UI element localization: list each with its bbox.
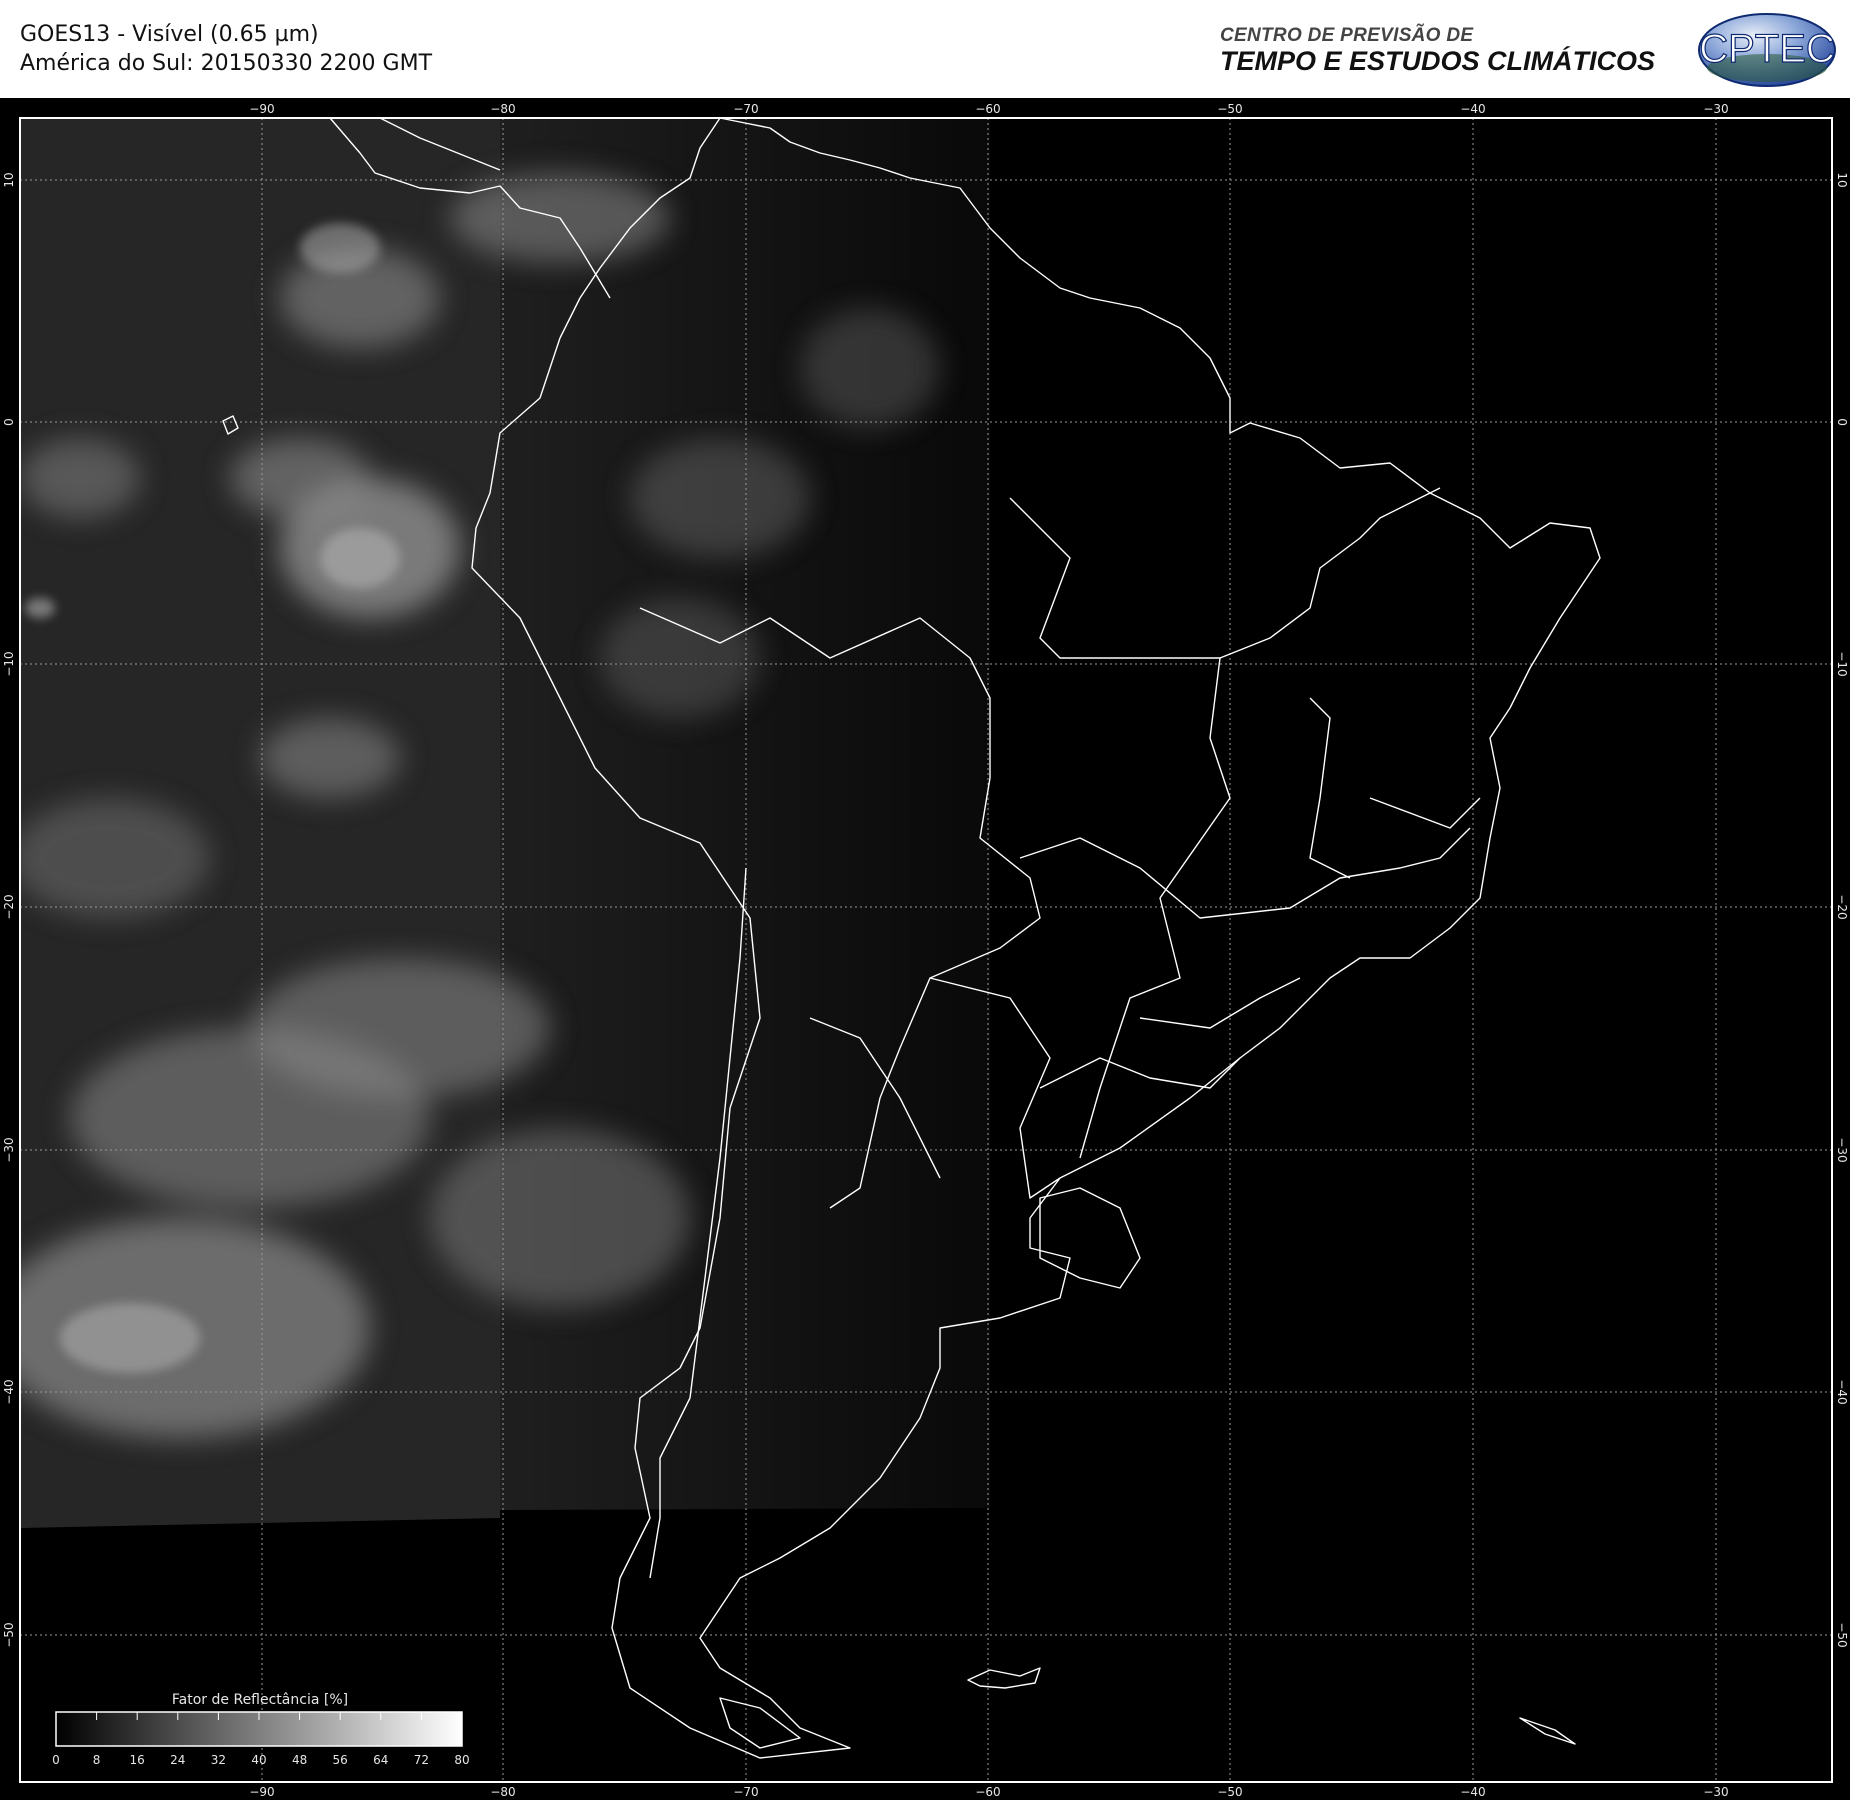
cptec-logo: CPTEC xyxy=(1698,13,1836,87)
bottom-longitude-labels: −90 −80 −70 −60 −50 −40 −30 xyxy=(249,1785,1728,1799)
lon-label-top: −60 xyxy=(975,102,1000,116)
legend-tick-label: 24 xyxy=(170,1753,185,1767)
legend-tick-label: 80 xyxy=(454,1753,469,1767)
lon-label-bottom: −60 xyxy=(975,1785,1000,1799)
left-latitude-labels: 10 0 −10 −20 −30 −40 −50 xyxy=(2,172,16,1647)
lat-label-right: −40 xyxy=(1835,1379,1849,1404)
top-longitude-labels: −90 −80 −70 −60 −50 −40 −30 xyxy=(249,102,1728,116)
organization-line-1: CENTRO DE PREVISÃO DE xyxy=(1220,25,1474,46)
lat-label-left: −40 xyxy=(2,1379,16,1404)
legend-tick-label: 64 xyxy=(373,1753,388,1767)
lat-label-left: −30 xyxy=(2,1137,16,1162)
lon-label-top: −30 xyxy=(1703,102,1728,116)
legend-tick-label: 0 xyxy=(52,1753,60,1767)
legend-title: Fator de Reflectância [%] xyxy=(172,1692,348,1708)
lon-label-bottom: −80 xyxy=(490,1785,515,1799)
legend-tick-label: 48 xyxy=(292,1753,307,1767)
lon-label-top: −40 xyxy=(1460,102,1485,116)
lon-label-bottom: −50 xyxy=(1217,1785,1242,1799)
legend-tick-label: 32 xyxy=(211,1753,226,1767)
reflectance-legend: Fator de Reflectância [%] 0 8 16 24 32 4… xyxy=(52,1692,469,1767)
logo-text: CPTEC xyxy=(1699,27,1835,71)
legend-tick-label: 40 xyxy=(251,1753,266,1767)
legend-tick-label: 8 xyxy=(93,1753,101,1767)
region-timestamp: América do Sul: 20150330 2200 GMT xyxy=(20,51,433,76)
lat-label-right: −50 xyxy=(1835,1622,1849,1647)
lon-label-top: −90 xyxy=(249,102,274,116)
lat-label-left: 10 xyxy=(2,172,16,187)
organization-name: CENTRO DE PREVISÃO DE TEMPO E ESTUDOS CL… xyxy=(1220,25,1655,77)
lat-label-right: 0 xyxy=(1835,418,1849,426)
legend-tick-label: 16 xyxy=(130,1753,145,1767)
lat-label-left: −50 xyxy=(2,1622,16,1647)
legend-tick-label: 72 xyxy=(414,1753,429,1767)
lat-label-left: −20 xyxy=(2,894,16,919)
lat-label-right: 10 xyxy=(1835,172,1849,187)
header: GOES13 - Visível (0.65 µm) América do Su… xyxy=(0,0,1850,98)
lon-label-top: −70 xyxy=(733,102,758,116)
lat-label-right: −20 xyxy=(1835,894,1849,919)
lat-label-right: −10 xyxy=(1835,651,1849,676)
organization-line-2: TEMPO E ESTUDOS CLIMÁTICOS xyxy=(1220,46,1656,76)
lat-label-left: 0 xyxy=(2,418,16,426)
lat-label-left: −10 xyxy=(2,651,16,676)
product-title: GOES13 - Visível (0.65 µm) xyxy=(20,22,319,47)
lon-label-bottom: −70 xyxy=(733,1785,758,1799)
legend-tick-label: 56 xyxy=(333,1753,348,1767)
cloud-imagery xyxy=(20,118,990,1528)
lon-label-top: −80 xyxy=(490,102,515,116)
satellite-image-panel: −90 −80 −70 −60 −50 −40 −30 −90 −80 −70 … xyxy=(0,98,1850,1800)
lon-label-top: −50 xyxy=(1217,102,1242,116)
lon-label-bottom: −90 xyxy=(249,1785,274,1799)
lon-label-bottom: −30 xyxy=(1703,1785,1728,1799)
lat-label-right: −30 xyxy=(1835,1137,1849,1162)
satellite-map: −90 −80 −70 −60 −50 −40 −30 −90 −80 −70 … xyxy=(2,102,1849,1799)
right-latitude-labels: 10 0 −10 −20 −30 −40 −50 xyxy=(1835,172,1849,1647)
lon-label-bottom: −40 xyxy=(1460,1785,1485,1799)
